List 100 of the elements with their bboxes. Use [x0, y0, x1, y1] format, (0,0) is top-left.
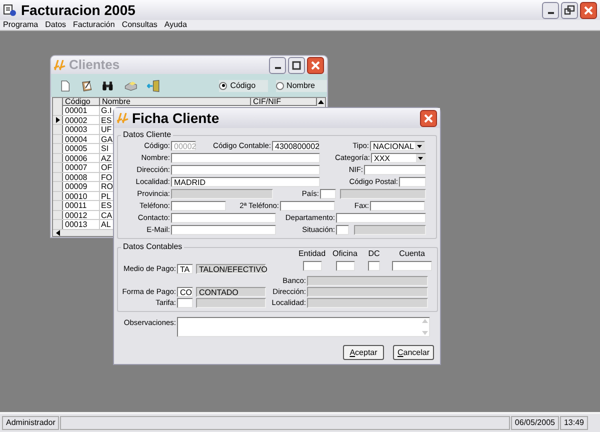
close-button[interactable]: [580, 2, 597, 18]
table-cell: G.I: [100, 106, 112, 114]
menu-item[interactable]: Datos: [45, 20, 66, 30]
menu-item[interactable]: Ayuda: [164, 20, 187, 30]
left-arrow-icon: [56, 230, 60, 236]
input-field[interactable]: [336, 213, 426, 223]
close-icon: [423, 112, 434, 124]
table-cell: 00007: [63, 163, 100, 172]
input-field[interactable]: [177, 298, 193, 308]
logo-icon: [54, 60, 66, 70]
table-cell: PL: [100, 192, 111, 200]
table-cell: 00009: [63, 182, 100, 190]
table-cell: 00011: [63, 201, 100, 210]
table-cell: 00006: [63, 154, 100, 162]
input-field[interactable]: [171, 153, 320, 163]
table-cell: 00002: [63, 116, 100, 124]
table-cell: 00010: [63, 192, 100, 200]
group-title: Datos Contables: [122, 241, 184, 253]
dropdown[interactable]: NACIONAL: [370, 141, 425, 151]
minimize-icon: [548, 12, 554, 14]
table-cell: RO: [100, 182, 113, 190]
input-field[interactable]: [370, 201, 425, 211]
table-cell: UF: [100, 125, 112, 134]
table-cell: OF: [100, 163, 112, 172]
caret-icon: [416, 154, 425, 162]
input-field[interactable]: [307, 287, 428, 297]
table-cell: AL: [100, 220, 111, 228]
input-field[interactable]: MADRID: [171, 177, 320, 187]
input-field[interactable]: [171, 189, 273, 199]
column-label: Oficina: [332, 249, 358, 259]
close-icon: [583, 4, 594, 16]
input-field[interactable]: TALON/EFECTIVO: [196, 264, 266, 274]
close-icon: [310, 60, 321, 70]
table-cell: FO: [100, 172, 112, 181]
table-cell: 00001: [63, 106, 100, 114]
table-cell: CA: [100, 210, 112, 219]
radio-button[interactable]: Código: [219, 80, 268, 92]
column-header[interactable]: Nombre: [100, 98, 251, 106]
input-field[interactable]: [307, 298, 428, 308]
input-field[interactable]: [280, 201, 335, 211]
table-cell: SI: [100, 144, 109, 152]
dropdown[interactable]: XXX: [371, 153, 426, 163]
table-cell: ES: [100, 201, 112, 210]
column-label: Cuenta: [399, 249, 425, 259]
input-field[interactable]: [171, 165, 320, 175]
row-pointer-icon: [56, 116, 60, 123]
table-cell: 00004: [63, 134, 100, 143]
input-field[interactable]: [171, 201, 226, 211]
table-cell: 00012: [63, 210, 100, 219]
up-arrow-icon: [422, 319, 428, 323]
cancel-button[interactable]: Cancelar: [393, 345, 434, 360]
input-field[interactable]: CONTADO: [196, 287, 266, 297]
input-field[interactable]: [302, 261, 322, 271]
input-field[interactable]: [307, 276, 428, 286]
menu-item[interactable]: Facturación: [73, 20, 115, 30]
status-time: 13:49: [560, 416, 588, 430]
vertical-scrollbar[interactable]: [421, 318, 429, 336]
column-header[interactable]: Código: [63, 98, 100, 106]
table-cell: GA: [100, 134, 113, 143]
input-field[interactable]: 4300800002: [272, 141, 319, 151]
input-field[interactable]: TA: [177, 264, 193, 274]
input-field[interactable]: [364, 165, 426, 175]
restore-icon: [564, 4, 575, 16]
minimize-button[interactable]: [269, 56, 286, 74]
restore-button[interactable]: [561, 2, 578, 18]
status-date: 06/05/2005: [510, 416, 559, 430]
input-field[interactable]: [354, 225, 426, 235]
window-title: Facturacion 2005: [21, 0, 136, 20]
window-title: Ficha Cliente: [132, 108, 220, 128]
minimize-button[interactable]: [542, 2, 559, 18]
status-user: Administrador: [2, 416, 60, 430]
input-field[interactable]: [171, 213, 276, 223]
input-field[interactable]: CO: [177, 287, 193, 297]
input-field[interactable]: [392, 261, 432, 271]
maximize-icon: [291, 60, 302, 70]
table-cell: 00003: [63, 125, 100, 134]
observaciones-field[interactable]: [177, 317, 430, 337]
logo-icon: [117, 112, 129, 124]
up-arrow-icon: [318, 100, 324, 104]
minimize-icon: [274, 67, 280, 69]
radio-button[interactable]: Nombre: [276, 80, 327, 92]
input-field[interactable]: [368, 261, 380, 271]
menu-item[interactable]: Consultas: [122, 20, 158, 30]
input-field[interactable]: [171, 225, 276, 235]
maximize-button[interactable]: [288, 56, 305, 74]
input-field[interactable]: [340, 189, 426, 199]
app-icon: [3, 3, 17, 17]
menu-item[interactable]: Programa: [3, 20, 38, 30]
close-button[interactable]: [420, 110, 437, 126]
input-field[interactable]: [399, 177, 426, 187]
input-field[interactable]: [320, 189, 336, 199]
accept-button[interactable]: Aceptar: [343, 345, 384, 360]
table-cell: 00013: [63, 220, 100, 228]
table-cell: AZ: [100, 154, 112, 162]
close-button[interactable]: [307, 56, 324, 74]
input-field[interactable]: [196, 298, 266, 308]
input-field[interactable]: [336, 261, 354, 271]
input-field[interactable]: [336, 225, 349, 235]
caret-icon: [415, 142, 424, 150]
column-label: DC: [368, 249, 380, 259]
